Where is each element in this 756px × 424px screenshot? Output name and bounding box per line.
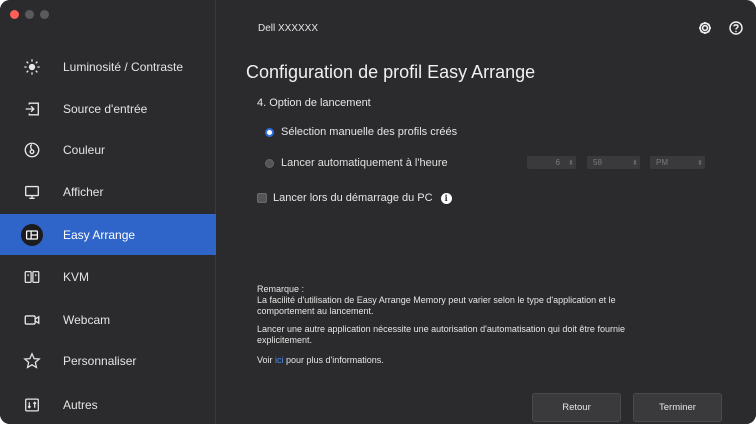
others-icon <box>22 395 42 415</box>
note-line-2: comportement au lancement. <box>257 306 374 316</box>
sidebar-item-label: KVM <box>63 269 90 284</box>
minute-value: 58 <box>593 158 602 167</box>
sidebar-item-personalize[interactable]: Personnaliser <box>0 340 216 381</box>
note-title: Remarque : <box>257 284 305 294</box>
startup-launch-option[interactable]: Lancer lors du démarrage du PC i <box>257 192 452 204</box>
note-link-prefix: Voir <box>257 355 276 365</box>
note-line-4: explicitement. <box>257 335 313 345</box>
stepper-arrows-icon[interactable]: ⬍ <box>630 159 640 167</box>
window-controls <box>10 10 49 19</box>
sun-icon <box>22 57 42 77</box>
gear-icon[interactable] <box>697 20 715 38</box>
ampm-value: PM <box>656 158 668 167</box>
sidebar-item-others[interactable]: Autres <box>0 384 216 424</box>
color-icon <box>22 140 42 160</box>
radio-label: Sélection manuelle des profils créés <box>281 126 458 138</box>
input-source-icon <box>22 99 42 119</box>
window-title: Dell XXXXXX <box>258 23 319 34</box>
sidebar-item-label: Source d'entrée <box>63 101 148 116</box>
minimize-window-button[interactable] <box>25 10 34 19</box>
stepper-arrows-icon[interactable]: ⬍ <box>695 159 705 167</box>
sidebar-item-input-source[interactable]: Source d'entrée <box>0 88 216 129</box>
note-line-1: La facilité d'utilisation de Easy Arrang… <box>257 295 616 305</box>
help-icon[interactable] <box>728 20 746 38</box>
page-title: Configuration de profil Easy Arrange <box>246 62 536 82</box>
sidebar-item-easy-arrange[interactable]: Easy Arrange <box>0 214 216 255</box>
note-line-3: Lancer une autre application nécessite u… <box>257 324 625 334</box>
radio-auto-launch[interactable]: Lancer automatiquement à l'heure <box>265 157 448 169</box>
sidebar-item-label: Couleur <box>63 142 106 157</box>
sidebar-item-color[interactable]: Couleur <box>0 129 216 170</box>
sidebar-item-label: Easy Arrange <box>63 227 136 242</box>
radio-button-selected[interactable] <box>265 127 274 137</box>
monitor-icon <box>22 182 42 202</box>
sidebar: Luminosité / Contraste Source d'entrée C… <box>0 0 216 424</box>
finish-button[interactable]: Terminer <box>633 393 722 422</box>
hour-value: 6 <box>555 158 560 167</box>
main-panel: Dell XXXXXX Configuration de profil Easy… <box>217 0 756 424</box>
sidebar-item-label: Autres <box>63 397 98 412</box>
easy-arrange-icon <box>22 225 42 245</box>
radio-label: Lancer automatiquement à l'heure <box>281 157 448 169</box>
section-title: 4. Option de lancement <box>257 97 371 109</box>
minute-stepper[interactable]: 58 ⬍ <box>587 156 640 169</box>
star-icon <box>22 351 42 371</box>
app-window: Luminosité / Contraste Source d'entrée C… <box>0 0 756 424</box>
close-window-button[interactable] <box>10 10 19 19</box>
back-button[interactable]: Retour <box>532 393 621 422</box>
sidebar-item-label: Afficher <box>63 184 104 199</box>
radio-button-unselected[interactable] <box>265 158 274 168</box>
note-link-suffix: pour plus d'informations. <box>283 355 384 365</box>
more-info-link[interactable]: ici <box>275 355 284 365</box>
ampm-stepper[interactable]: PM ⬍ <box>650 156 705 169</box>
sidebar-item-brightness-contrast[interactable]: Luminosité / Contraste <box>0 46 216 87</box>
sidebar-item-label: Luminosité / Contraste <box>63 59 184 74</box>
sidebar-item-label: Webcam <box>63 312 111 327</box>
sidebar-item-kvm[interactable]: KVM <box>0 256 216 297</box>
webcam-icon <box>22 310 42 330</box>
sidebar-item-label: Personnaliser <box>63 353 137 368</box>
radio-manual-selection[interactable]: Sélection manuelle des profils créés <box>265 126 457 138</box>
stepper-arrows-icon[interactable]: ⬍ <box>566 159 576 167</box>
hour-stepper[interactable]: 6 ⬍ <box>527 156 576 169</box>
kvm-icon <box>22 267 42 287</box>
zoom-window-button[interactable] <box>40 10 49 19</box>
sidebar-item-webcam[interactable]: Webcam <box>0 299 216 340</box>
sidebar-item-display[interactable]: Afficher <box>0 171 216 212</box>
note-more-info: Voir ici pour plus d'informations. <box>257 355 697 366</box>
info-icon[interactable]: i <box>440 192 452 204</box>
startup-checkbox[interactable] <box>257 193 267 203</box>
checkbox-label: Lancer lors du démarrage du PC <box>273 192 433 204</box>
